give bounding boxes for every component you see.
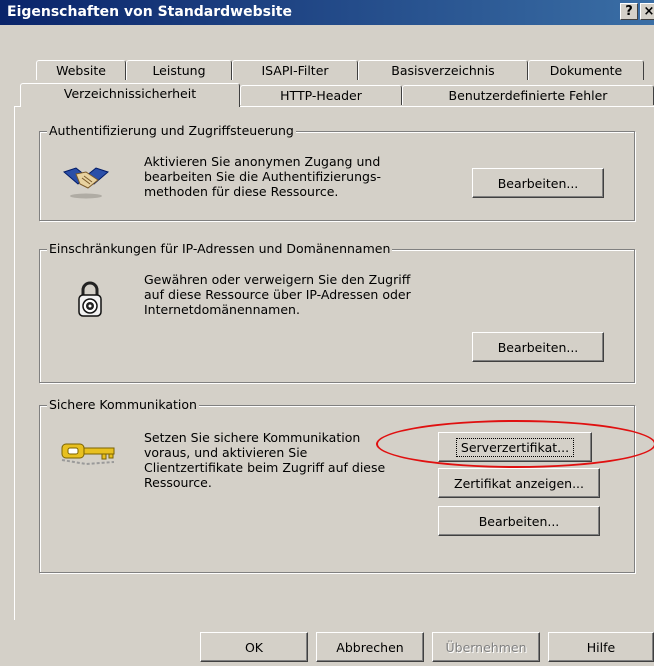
- auth-description: Aktivieren Sie anonymen Zugang und bearb…: [144, 154, 381, 199]
- dialog-title: Eigenschaften von Standardwebsite: [7, 4, 292, 20]
- secure-description: Setzen Sie sichere Kommunikation voraus,…: [144, 430, 386, 490]
- properties-dialog: Eigenschaften von Standardwebsite ? × We…: [0, 0, 654, 666]
- help-button[interactable]: ?: [620, 3, 638, 20]
- tab-panel: Authentifizierung und Zugriffsteuerung A…: [14, 106, 654, 620]
- key-icon: [61, 443, 115, 466]
- tab-basisverzeichnis[interactable]: Basisverzeichnis: [358, 60, 528, 80]
- tab-benutzerdefinierte-fehler[interactable]: Benutzerdefinierte Fehler: [402, 85, 654, 105]
- handshake-icon: [63, 167, 109, 199]
- tab-http-header[interactable]: HTTP-Header: [240, 85, 402, 105]
- auth-edit-button[interactable]: Bearbeiten...: [472, 168, 604, 198]
- help-footer-button[interactable]: Hilfe: [548, 632, 654, 662]
- server-certificate-label: Serverzertifikat...: [455, 437, 575, 457]
- apply-button[interactable]: Übernehmen: [432, 632, 540, 662]
- server-certificate-button[interactable]: Serverzertifikat...: [438, 432, 592, 462]
- ip-group: Einschränkungen für IP-Adressen und Domä…: [39, 241, 635, 383]
- auth-legend: Authentifizierung und Zugriffsteuerung: [47, 123, 296, 138]
- view-certificate-button[interactable]: Zertifikat anzeigen...: [438, 468, 600, 498]
- title-bar[interactable]: Eigenschaften von Standardwebsite ? ×: [0, 0, 654, 25]
- cancel-button[interactable]: Abbrechen: [316, 632, 424, 662]
- close-button[interactable]: ×: [640, 3, 654, 20]
- ok-button[interactable]: OK: [200, 632, 308, 662]
- ip-legend: Einschränkungen für IP-Adressen und Domä…: [47, 241, 393, 256]
- ip-edit-button[interactable]: Bearbeiten...: [472, 332, 604, 362]
- secure-edit-button[interactable]: Bearbeiten...: [438, 506, 600, 536]
- secure-legend: Sichere Kommunikation: [47, 397, 199, 412]
- tab-verzeichnissicherheit[interactable]: Verzeichnissicherheit: [20, 83, 240, 107]
- auth-group: Authentifizierung und Zugriffsteuerung A…: [39, 123, 635, 221]
- ip-description: Gewähren oder verweigern Sie den Zugriff…: [144, 272, 411, 317]
- tab-website[interactable]: Website: [36, 60, 126, 80]
- padlock-icon: [78, 281, 102, 317]
- tab-isapi-filter[interactable]: ISAPI-Filter: [232, 60, 358, 80]
- tab-leistung[interactable]: Leistung: [126, 60, 232, 80]
- secure-group: Sichere Kommunikation Setzen Sie sichere…: [39, 397, 635, 573]
- tab-dokumente[interactable]: Dokumente: [528, 60, 644, 80]
